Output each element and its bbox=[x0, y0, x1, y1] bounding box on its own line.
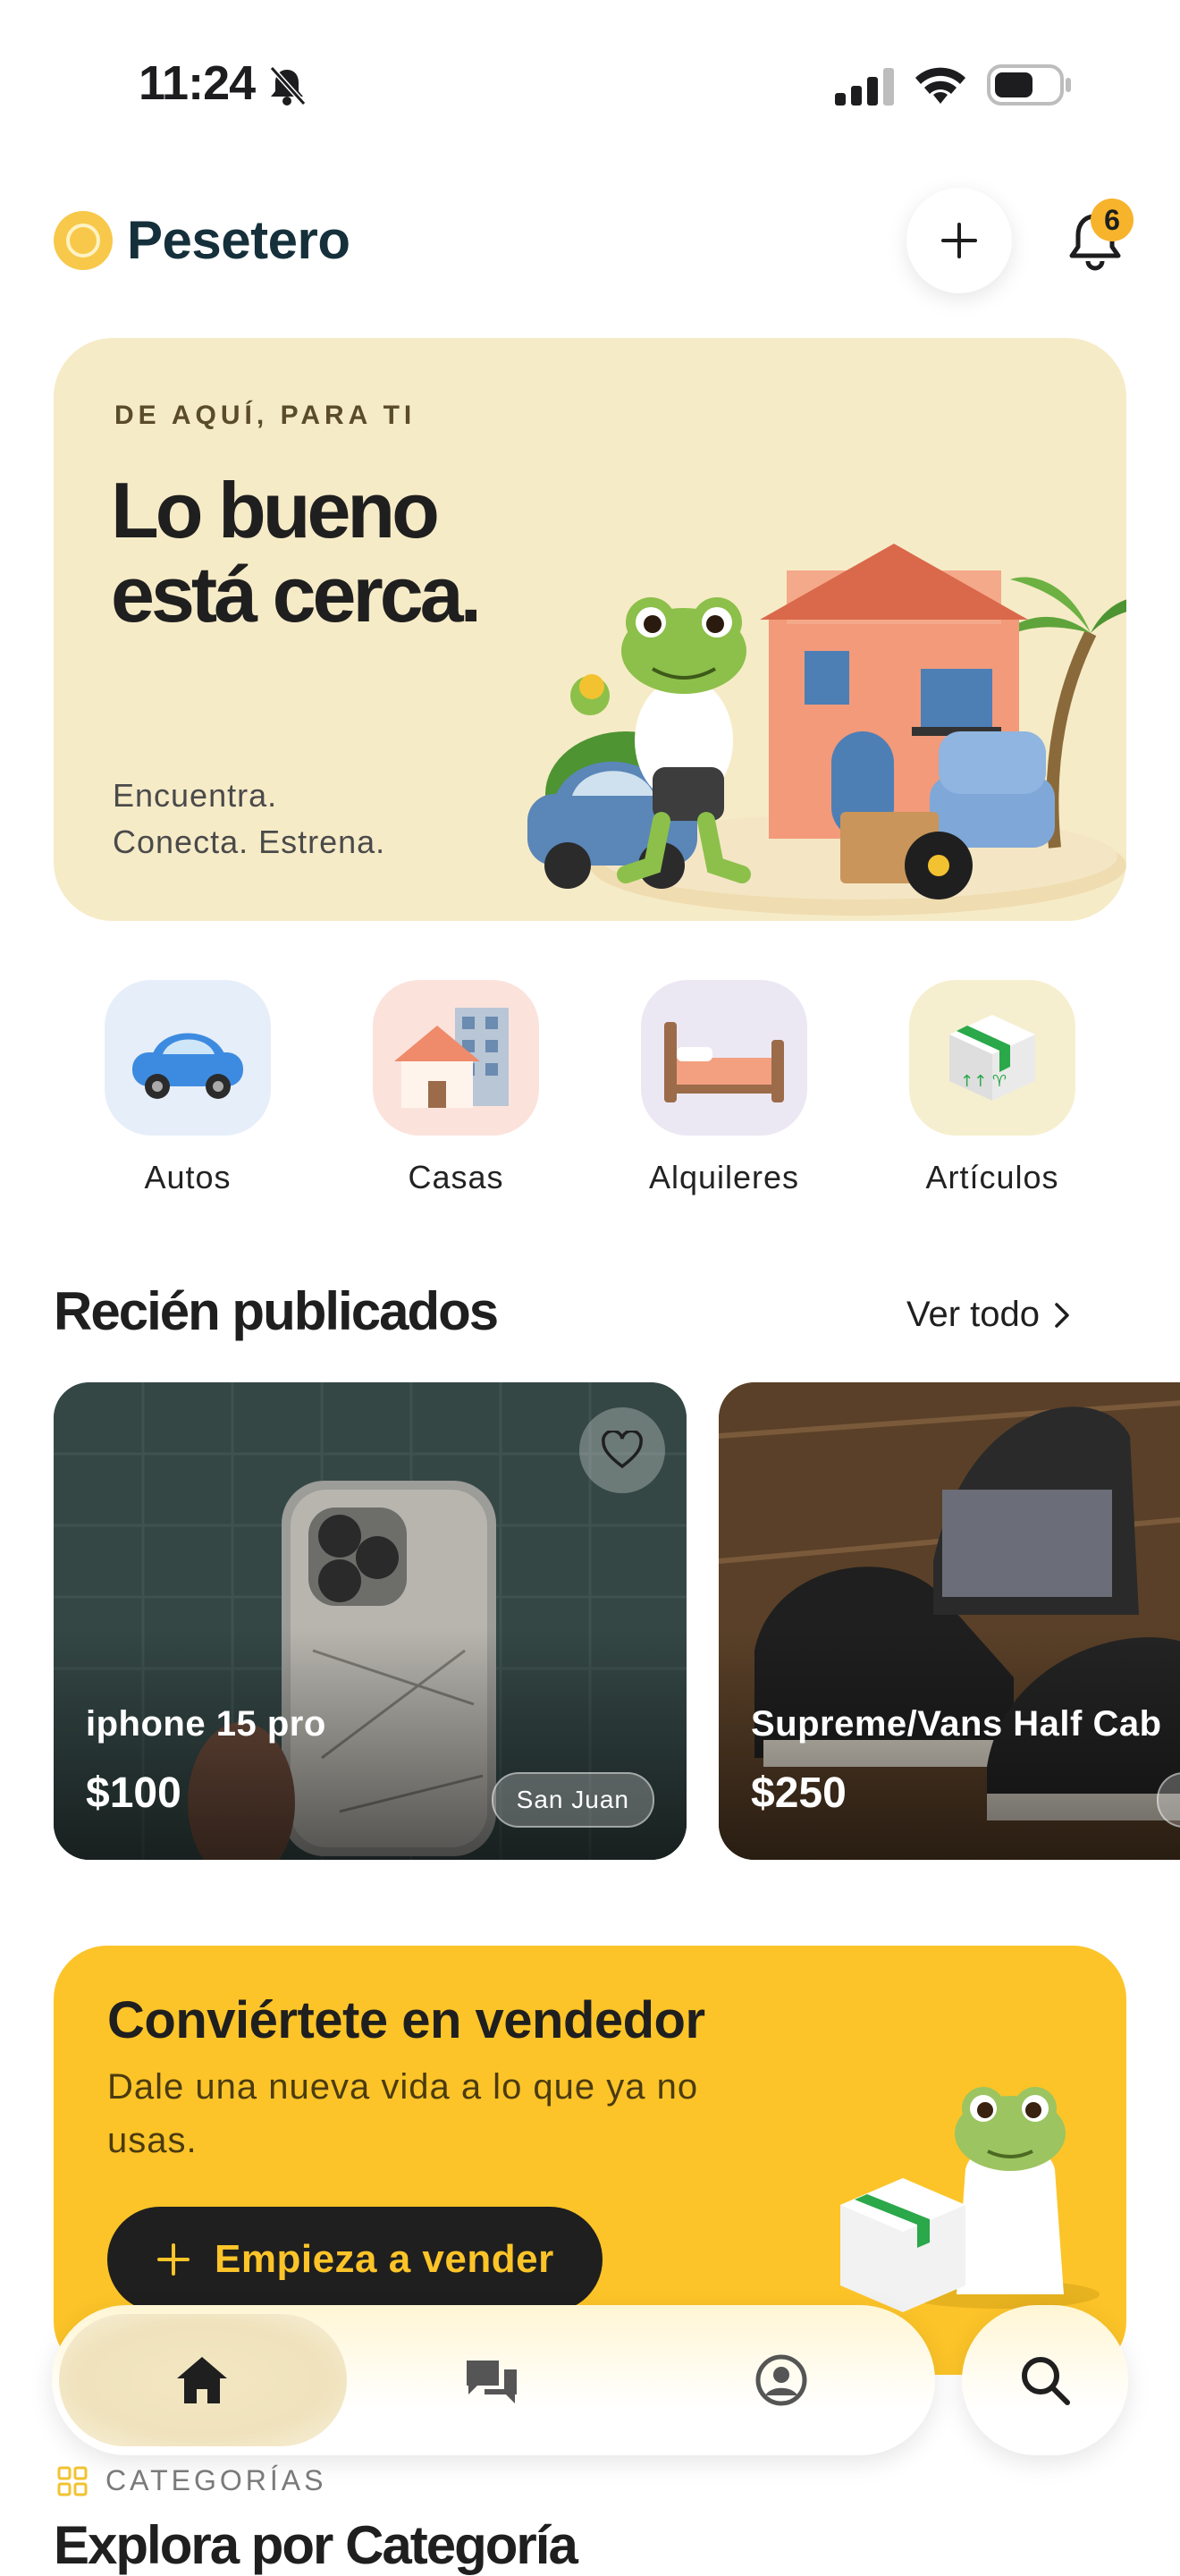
hero-kicker: DE AQUÍ, PARA TI bbox=[114, 401, 417, 430]
plus-icon bbox=[157, 2243, 190, 2276]
category-tile bbox=[641, 980, 807, 1136]
plus-icon bbox=[941, 223, 977, 258]
add-listing-button[interactable] bbox=[906, 188, 1012, 293]
car-icon bbox=[132, 1033, 243, 1099]
category-tile bbox=[373, 980, 539, 1136]
house-icon bbox=[394, 1008, 509, 1108]
heart-icon bbox=[602, 1431, 643, 1469]
brand-logo[interactable]: Pesetero bbox=[54, 209, 350, 271]
mute-bell-icon bbox=[269, 65, 307, 106]
bed-icon bbox=[664, 1022, 784, 1102]
category-alquileres[interactable]: Alquileres bbox=[639, 980, 809, 1196]
listing-title: Supreme/Vans Half Cab bbox=[751, 1704, 1162, 1744]
hero-sub-line2: Conecta. Estrena. bbox=[113, 823, 386, 860]
logo-icon bbox=[54, 210, 113, 270]
listing-location: San Juan bbox=[491, 1772, 654, 1828]
status-time: 11:24 bbox=[139, 56, 256, 110]
category-tile bbox=[105, 980, 271, 1136]
listing-card[interactable]: iphone 15 pro $100 San Juan bbox=[54, 1382, 687, 1860]
profile-icon[interactable] bbox=[753, 2353, 810, 2407]
categories-kicker-label: CATEGORÍAS bbox=[105, 2464, 327, 2496]
frog-house-illustration bbox=[527, 544, 1126, 916]
listing-card[interactable]: Supreme/Vans Half Cab $250 bbox=[719, 1382, 1180, 1860]
svg-text:↑↑ ♈: ↑↑ ♈ bbox=[960, 1072, 1007, 1091]
category-label: Alquileres bbox=[648, 1159, 800, 1195]
start-selling-button[interactable]: Empieza a vender bbox=[107, 2207, 603, 2312]
listing-price: $100 bbox=[86, 1769, 181, 1817]
wifi-icon bbox=[915, 67, 965, 104]
categories-title: Explora por Categoría bbox=[54, 2515, 578, 2575]
category-label: Artículos bbox=[925, 1159, 1059, 1195]
category-casas[interactable]: Casas bbox=[371, 980, 541, 1196]
hero-sub-line1: Encuentra. bbox=[113, 777, 278, 814]
hero-subtitle: Encuentra. Conecta. Estrena. bbox=[113, 773, 385, 866]
listing-price: $250 bbox=[751, 1769, 847, 1817]
hero-title: Lo bueno está cerca. bbox=[111, 466, 482, 638]
frog-seller-illustration bbox=[840, 2087, 1100, 2312]
hero-title-line1: Lo bueno bbox=[111, 466, 440, 554]
favorite-button[interactable] bbox=[579, 1407, 665, 1493]
category-tile: ↑↑ ♈ bbox=[909, 980, 1075, 1136]
search-button[interactable] bbox=[962, 2305, 1128, 2455]
chat-icon[interactable] bbox=[463, 2353, 520, 2407]
home-icon[interactable] bbox=[173, 2353, 231, 2407]
seller-title: Conviértete en vendedor bbox=[107, 1991, 705, 2049]
search-icon bbox=[1022, 2357, 1070, 2405]
signal-icon bbox=[835, 68, 894, 106]
package-icon: ↑↑ ♈ bbox=[949, 1015, 1035, 1101]
recent-section-title: Recién publicados bbox=[54, 1281, 499, 1341]
notification-badge: 6 bbox=[1091, 198, 1134, 241]
hero-banner[interactable]: DE AQUÍ, PARA TI Lo bueno está cerca. En… bbox=[54, 338, 1126, 921]
see-all-label: Ver todo bbox=[906, 1295, 1041, 1334]
category-label: Casas bbox=[408, 1159, 504, 1195]
brand-name: Pesetero bbox=[127, 210, 350, 270]
battery-icon bbox=[987, 64, 1071, 106]
listing-title: iphone 15 pro bbox=[86, 1704, 326, 1744]
chevron-right-icon bbox=[1055, 1302, 1069, 1328]
start-selling-label: Empieza a vender bbox=[215, 2237, 554, 2281]
category-articulos[interactable]: ↑↑ ♈ Artículos bbox=[907, 980, 1077, 1196]
category-autos[interactable]: Autos bbox=[103, 980, 273, 1196]
grid-icon bbox=[57, 2466, 88, 2496]
categories-kicker: CATEGORÍAS bbox=[57, 2464, 326, 2497]
see-all-link[interactable]: Ver todo bbox=[906, 1295, 1070, 1335]
seller-subtitle: Dale una nueva vida a lo que ya no usas. bbox=[107, 2067, 699, 2160]
hero-title-line2: está cerca. bbox=[111, 550, 482, 638]
bottom-nav bbox=[52, 2305, 935, 2455]
category-label: Autos bbox=[144, 1159, 232, 1195]
